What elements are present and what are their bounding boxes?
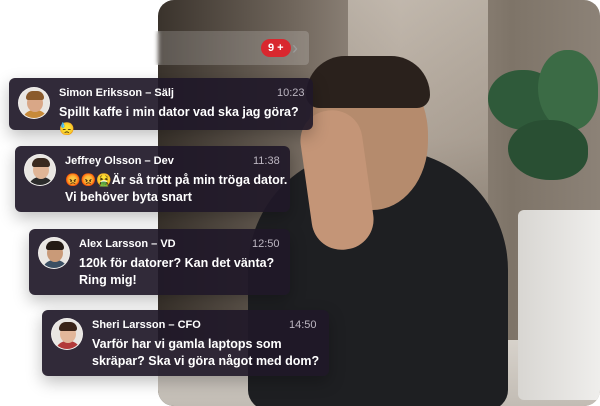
- today-header[interactable]: Today 9 + ›: [9, 31, 309, 65]
- avatar: [38, 237, 70, 269]
- message-text: 😡😡🤮Är så trött på min tröga dator. Vi be…: [65, 173, 288, 204]
- timestamp: 12:50: [252, 238, 280, 250]
- person-hair: [306, 56, 430, 108]
- notification-card[interactable]: Jeffrey Olsson – Dev 11:38 😡😡🤮Är så tröt…: [15, 146, 290, 212]
- message-text: Varför har vi gamla laptops som skräpar?…: [92, 337, 320, 368]
- avatar: [51, 318, 83, 350]
- notification-count-badge: 9 +: [261, 39, 291, 57]
- message-text: Spillt kaffe i min dator vad ska jag gör…: [59, 105, 299, 136]
- notification-card[interactable]: Alex Larsson – VD 12:50 120k för datorer…: [29, 229, 290, 295]
- timestamp: 11:38: [253, 155, 280, 167]
- timestamp: 14:50: [289, 319, 317, 331]
- sender-name: Alex Larsson – VD: [79, 238, 176, 250]
- notification-card[interactable]: Sheri Larsson – CFO 14:50 Varför har vi …: [42, 310, 329, 376]
- avatar: [18, 87, 50, 119]
- message-text: 120k för datorer? Kan det vänta? Ring mi…: [79, 256, 275, 287]
- today-label: Today: [19, 39, 63, 57]
- monitor: [518, 210, 600, 400]
- timestamp: 10:23: [277, 87, 305, 99]
- notification-card[interactable]: Simon Eriksson – Sälj 10:23 Spillt kaffe…: [9, 78, 313, 136]
- plant-leaf: [508, 120, 588, 180]
- sender-name: Jeffrey Olsson – Dev: [65, 155, 174, 167]
- plant-leaf: [538, 50, 598, 130]
- chevron-right-icon[interactable]: ›: [292, 38, 298, 58]
- avatar: [24, 154, 56, 186]
- sender-name: Sheri Larsson – CFO: [92, 319, 201, 331]
- sender-name: Simon Eriksson – Sälj: [59, 87, 174, 99]
